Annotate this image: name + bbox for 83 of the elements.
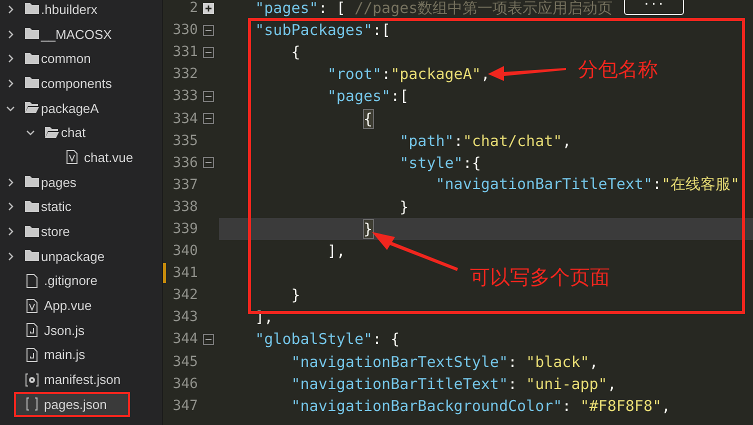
change-marker [163, 263, 166, 283]
chevron-icon[interactable] [6, 252, 15, 261]
minus-box-icon[interactable] [203, 113, 214, 124]
chevron-icon[interactable] [26, 128, 35, 138]
annotation-label: 可以写多个页面 [470, 264, 610, 291]
line-number: 332 [172, 66, 198, 82]
line-number: 331 [172, 44, 198, 60]
code-line: "navigationBarBackgroundColor": "#F8F8F8", [290, 396, 671, 415]
chevron-icon[interactable] [6, 178, 15, 187]
gear-file-icon [24, 372, 40, 388]
line-number: 337 [172, 176, 198, 193]
chevron-icon[interactable] [6, 54, 15, 64]
folded-code-button[interactable]: ··· [624, 0, 684, 15]
tree-item[interactable]: packageA [0, 96, 132, 120]
code-line: "globalStyle": { [254, 330, 400, 348]
code-line: "navigationBarTextStyle": "black", [290, 352, 598, 371]
tree-item[interactable]: pages.json [14, 392, 130, 417]
file-icon [24, 272, 40, 289]
line-number: 333 [172, 88, 198, 104]
line-number: 338 [172, 198, 198, 215]
tree-item[interactable]: static [0, 194, 132, 220]
plus-box-icon[interactable] [203, 2, 214, 14]
line-number: 340 [172, 243, 198, 260]
tree-item[interactable]: store [0, 219, 132, 244]
chevron-icon[interactable] [6, 104, 15, 113]
minus-box-icon[interactable] [203, 157, 214, 168]
line-number: 347 [172, 398, 198, 414]
chevron-icon[interactable] [6, 227, 15, 236]
code-line: { [290, 43, 300, 62]
code-line: "pages":[ [326, 87, 409, 106]
line-number: 345 [172, 354, 198, 370]
code-line: } [398, 198, 409, 216]
code-line: ], [326, 242, 346, 260]
tree-item[interactable]: unpackage [0, 244, 132, 269]
line-number: 342 [172, 287, 198, 304]
minus-box-icon[interactable] [203, 46, 214, 58]
chevron-icon[interactable] [6, 78, 15, 88]
tree-item[interactable]: components [0, 71, 132, 96]
code-line: "navigationBarTitleText": "uni-app", [290, 374, 616, 393]
tree-item[interactable]: .gitignore [0, 268, 132, 294]
minus-box-icon[interactable] [203, 90, 214, 102]
tree-item[interactable]: chat [0, 120, 132, 146]
code-line: } [290, 286, 300, 304]
chevron-icon[interactable] [6, 202, 15, 212]
tree-item[interactable]: __MACOSX [0, 22, 132, 46]
code-line: "subPackages":[ [254, 21, 391, 40]
line-number: 336 [172, 154, 198, 171]
tree-item[interactable]: manifest.json [0, 367, 132, 392]
line-number: 2 [188, 0, 198, 16]
code-line: "path":"chat/chat", [398, 132, 572, 150]
folder-icon [24, 50, 40, 67]
annotation-label: 分包名称 [578, 56, 658, 83]
line-number: 334 [172, 110, 198, 127]
line-number: 344 [172, 331, 198, 348]
tree-item[interactable]: pages [0, 170, 132, 194]
code-line: "root":"packageA", [326, 65, 490, 84]
code-line: "style":{ [398, 154, 481, 172]
vue-file-icon [64, 149, 80, 166]
line-number: 343 [172, 309, 198, 326]
js-file-icon [24, 322, 40, 338]
line-number: 330 [172, 22, 198, 38]
tree-item[interactable]: Json.js [0, 318, 132, 343]
tree-item[interactable]: App.vue [0, 293, 132, 318]
brackets-file-icon [24, 396, 40, 412]
vue-file-icon [24, 298, 40, 314]
line-number: 346 [172, 376, 198, 392]
minus-box-icon[interactable] [203, 334, 214, 345]
js-file-icon [24, 346, 40, 363]
tree-item[interactable]: common [0, 46, 132, 72]
line-number: 339 [172, 220, 198, 237]
folder-icon [24, 224, 40, 240]
tree-item[interactable]: chat.vue [0, 145, 132, 170]
chevron-icon[interactable] [6, 4, 15, 14]
code-line: "navigationBarTitleText":"在线客服" [434, 175, 740, 194]
chevron-icon[interactable] [6, 30, 15, 39]
open-folder-icon [44, 124, 60, 141]
minus-box-icon[interactable] [203, 24, 214, 36]
line-number: 341 [172, 265, 198, 282]
tree-item[interactable]: main.js [0, 342, 132, 368]
line-number: 335 [172, 132, 198, 149]
code-line: "pages": [ //pages数组中第一项表示应用启动页 [254, 0, 613, 18]
folder-icon [24, 198, 40, 215]
tree-item[interactable]: .hbuilderx [0, 0, 132, 22]
